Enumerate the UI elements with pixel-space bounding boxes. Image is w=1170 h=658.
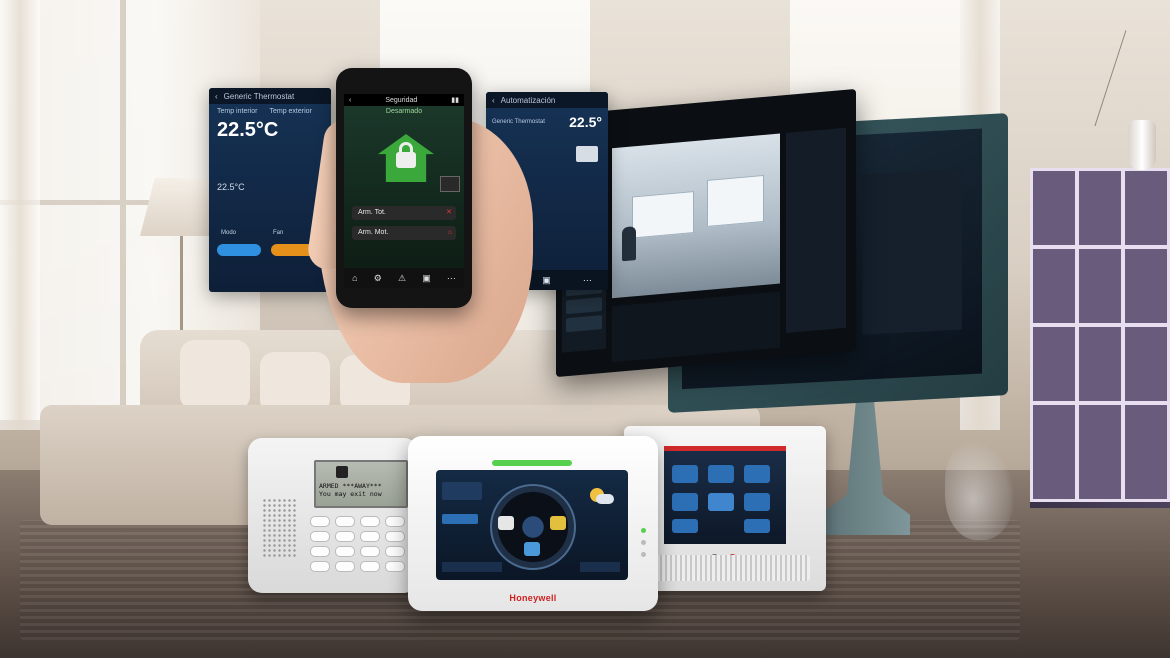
keypad-key[interactable] <box>335 516 355 527</box>
keypad-key[interactable] <box>385 546 405 557</box>
tuxedo-screen <box>436 470 628 580</box>
inside-temp-label: Temp interior <box>217 108 258 115</box>
house-icon[interactable] <box>498 516 514 530</box>
camera-icon[interactable]: ▣ <box>542 275 551 286</box>
info-panel <box>442 482 482 500</box>
weather-tile[interactable] <box>672 519 698 533</box>
zones-tile[interactable] <box>744 519 770 533</box>
keypad-key[interactable] <box>385 516 405 527</box>
mode-label: Modo <box>221 230 237 236</box>
vase <box>1128 120 1156 170</box>
keypad-key[interactable] <box>335 546 355 557</box>
keypad-key[interactable] <box>360 531 380 542</box>
signal-icon: ▮▮ <box>451 97 459 104</box>
keypad-icon[interactable] <box>440 176 460 192</box>
automation-temperature: 22.5° <box>569 114 602 130</box>
glass-vase <box>945 440 1015 540</box>
lock-icon <box>396 152 416 168</box>
mode-button[interactable] <box>217 244 261 256</box>
security-icon[interactable]: ⌂ <box>352 273 357 283</box>
security-tile[interactable] <box>672 465 698 483</box>
keypad-key[interactable] <box>310 561 330 572</box>
arm-away-button[interactable]: Arm. Tot. ✕ <box>352 206 456 220</box>
alert-icon[interactable]: ⚠ <box>398 273 406 284</box>
camera-tile[interactable] <box>744 465 770 483</box>
honeywell-logo: Honeywell <box>509 593 557 603</box>
arm-stay-button[interactable]: Arm. Mot. ⌂ <box>352 226 456 240</box>
status-led <box>641 528 646 533</box>
running-man-icon: ✕ <box>446 209 452 216</box>
lynx-speaker-grille <box>640 555 810 581</box>
bookshelf <box>1030 168 1170 508</box>
menu-button[interactable] <box>442 514 478 524</box>
camera-view <box>612 133 780 299</box>
keypad-key[interactable] <box>385 561 405 572</box>
keypad-key[interactable] <box>335 561 355 572</box>
bottom-toolbar-right[interactable] <box>580 562 620 572</box>
status-led <box>641 552 646 557</box>
lcd-line-1: ARMED ***AWAY*** <box>319 482 382 490</box>
home-icon: ⌂ <box>447 229 452 236</box>
keypad-speaker <box>262 498 298 558</box>
phone-header: Seguridad <box>385 96 418 104</box>
lynx-screen <box>664 446 786 544</box>
keypad-lcd: ARMED ***AWAY*** You may exit now <box>314 460 408 508</box>
switch-icon[interactable] <box>576 146 598 162</box>
keypad-key[interactable] <box>310 516 330 527</box>
camera-icon[interactable]: ▣ <box>422 273 431 284</box>
keypad-key[interactable] <box>335 531 355 542</box>
security-status: Desarmado <box>385 108 423 115</box>
phone-screen: ‹ Seguridad ▮▮ Desarmado Arm. Tot. ✕ Arm… <box>344 94 464 288</box>
automation-item-label: Generic Thermostat <box>492 119 545 125</box>
scenes-tile[interactable] <box>708 493 734 511</box>
lcd-line-2: You may exit now <box>319 490 382 498</box>
decor-branch <box>1094 30 1170 126</box>
keypad-key[interactable] <box>310 546 330 557</box>
phone-nav-bar: ⌂ ⚙ ⚠ ▣ ⋯ <box>344 268 464 288</box>
back-icon[interactable]: ‹ <box>492 96 495 105</box>
automation-icon[interactable]: ⚙ <box>374 273 382 284</box>
automation-tile[interactable] <box>708 465 734 483</box>
alarm-keypad: ARMED ***AWAY*** You may exit now <box>248 438 418 593</box>
more-icon[interactable]: ⋯ <box>447 273 456 284</box>
monitor-stand <box>820 400 910 535</box>
tuxedo-touch-panel: Honeywell <box>408 436 658 611</box>
outside-temp-label: Temp exterior <box>269 108 312 115</box>
keypad-buttons <box>310 516 410 572</box>
keypad-key[interactable] <box>385 531 405 542</box>
thermostat-app-title: Generic Thermostat <box>223 91 295 101</box>
keypad-key[interactable] <box>360 546 380 557</box>
current-temperature: 22.5°C <box>217 119 279 141</box>
curtain <box>0 0 40 430</box>
keypad-key[interactable] <box>360 561 380 572</box>
fan-label: Fan <box>273 230 284 236</box>
smart-home-scene: ‹ Generic Thermostat Temp interior Temp … <box>0 0 1170 658</box>
settings-tile[interactable] <box>744 493 770 511</box>
weather-icon <box>586 486 616 506</box>
setpoint-temperature: 22.5°C <box>217 182 245 192</box>
keypad-key[interactable] <box>360 516 380 527</box>
more-icon[interactable]: ⋯ <box>583 275 592 286</box>
status-led <box>641 540 646 545</box>
status-bar <box>492 460 572 466</box>
keypad-key[interactable] <box>310 531 330 542</box>
back-icon[interactable]: ‹ <box>349 97 351 104</box>
back-icon[interactable]: ‹ <box>215 92 218 101</box>
lock-icon <box>336 466 348 478</box>
messages-tile[interactable] <box>672 493 698 511</box>
camera-icon[interactable] <box>524 542 540 556</box>
light-icon[interactable] <box>550 516 566 530</box>
bottom-toolbar[interactable] <box>442 562 502 572</box>
smartphone: ‹ Seguridad ▮▮ Desarmado Arm. Tot. ✕ Arm… <box>336 68 472 308</box>
cushion <box>180 340 250 410</box>
automation-app-title: Automatización <box>500 95 556 105</box>
